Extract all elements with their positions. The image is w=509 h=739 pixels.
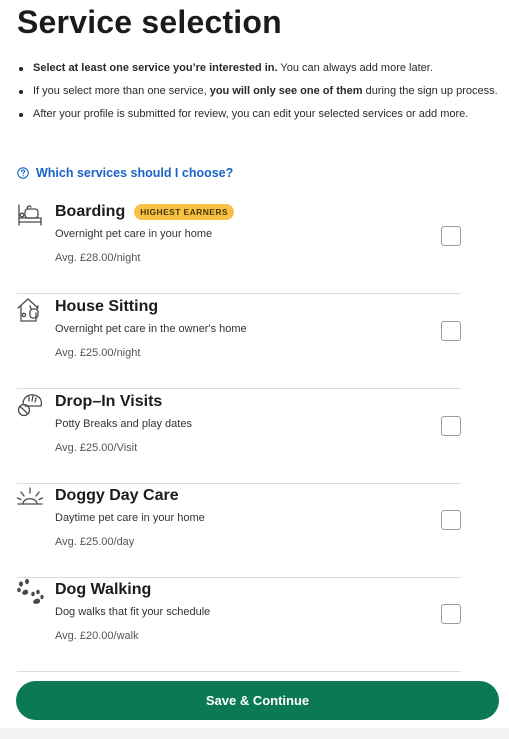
service-description: Potty Breaks and play dates [55,418,192,430]
divider [17,388,461,389]
service-title: Boarding [55,203,126,220]
service-title: Drop–In Visits [55,393,163,410]
instructions-list: Select at least one service you’re inter… [18,60,498,129]
service-dog-walking: Dog Walking Dog walks that fit your sche… [0,578,509,672]
help-link[interactable]: Which services should I choose? [17,166,233,180]
service-drop-in-visits: Drop–In Visits Potty Breaks and play dat… [0,390,509,484]
boarding-icon [18,204,42,226]
bottom-edge [0,728,509,739]
service-title-row: Drop–In Visits [55,393,162,411]
house-sitting-checkbox[interactable] [441,321,461,341]
service-title-row: Boarding HIGHEST EARNERS [55,203,234,221]
service-description: Dog walks that fit your schedule [55,606,211,618]
service-description: Overnight pet care in the owner's home [55,323,247,335]
service-title-row: Doggy Day Care [55,487,179,505]
doggy-day-care-checkbox[interactable] [441,510,461,530]
service-boarding: Boarding HIGHEST EARNERS Overnight pet c… [0,200,509,294]
service-price: Avg. £20.00/walk [55,630,139,642]
service-description: Overnight pet care in your home [55,228,213,240]
instruction-item: After your profile is submitted for revi… [18,106,498,123]
service-title-row: House Sitting [55,298,158,316]
service-price: Avg. £25.00/Visit [55,442,138,454]
dog-walking-icon [17,578,44,604]
drop-in-visits-icon [17,394,43,417]
service-title: Dog Walking [55,581,152,598]
service-description: Daytime pet care in your home [55,512,205,524]
drop-in-visits-checkbox[interactable] [441,416,461,436]
service-house-sitting: House Sitting Overnight pet care in the … [0,295,509,389]
house-sitting-icon [17,298,39,322]
highest-earners-badge: HIGHEST EARNERS [134,204,234,220]
doggy-day-care-icon [16,487,44,505]
instruction-item: Select at least one service you’re inter… [18,60,498,77]
service-doggy-day-care: Doggy Day Care Daytime pet care in your … [0,484,509,578]
service-title-row: Dog Walking [55,581,151,599]
service-price: Avg. £25.00/night [55,347,141,359]
service-title: Doggy Day Care [55,487,179,504]
service-title: House Sitting [55,298,159,315]
service-price: Avg. £28.00/night [55,252,141,264]
divider [17,293,461,294]
service-price: Avg. £25.00/day [55,536,135,548]
save-continue-button[interactable]: Save & Continue [16,681,499,720]
divider [17,671,461,672]
dog-walking-checkbox[interactable] [441,604,461,624]
question-circle-icon [17,167,29,179]
instruction-item: If you select more than one service, you… [18,83,498,100]
page-title: Service selection [17,4,282,40]
boarding-checkbox[interactable] [441,226,461,246]
help-link-label[interactable]: Which services should I choose? [36,166,233,180]
